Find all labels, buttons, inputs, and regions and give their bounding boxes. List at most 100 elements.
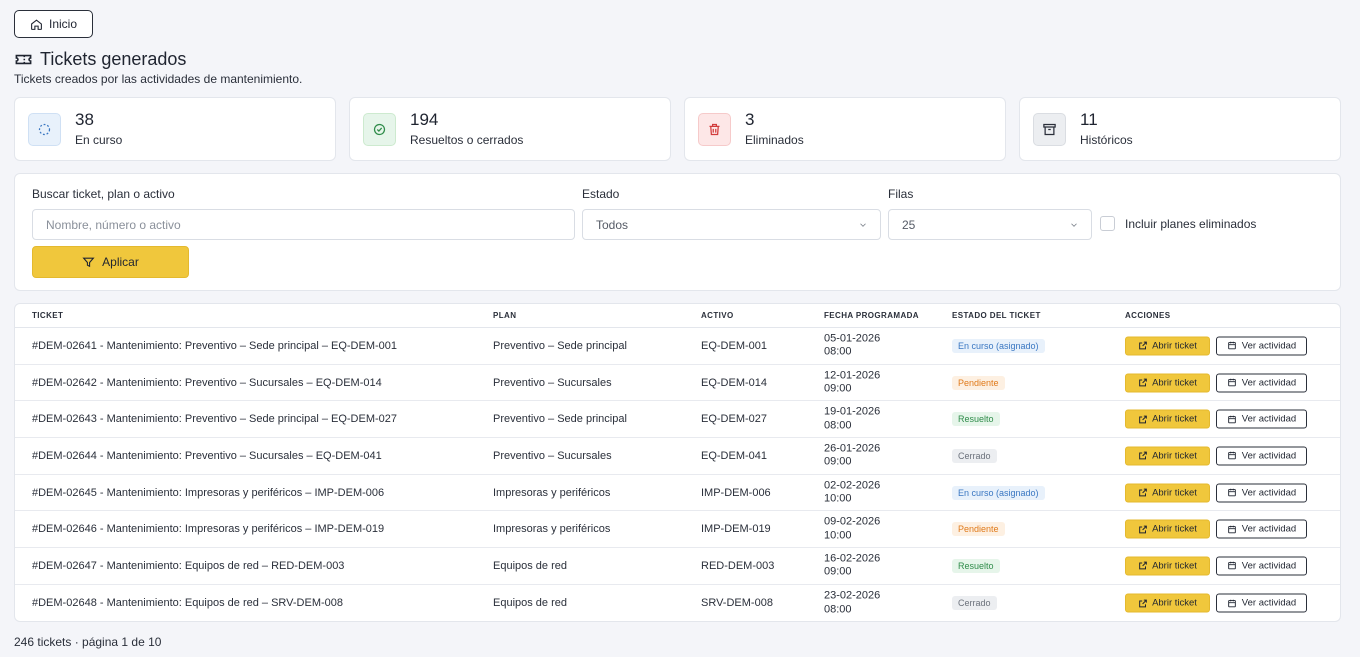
external-link-icon	[1139, 488, 1147, 497]
view-activity-button[interactable]: Ver actividad	[1216, 593, 1307, 613]
scheduled-date: 02-02-2026	[824, 479, 881, 492]
table-row: #DEM-02642 - Mantenimiento: Preventivo –…	[15, 365, 1340, 402]
open-ticket-label: Abrir ticket	[1152, 413, 1197, 425]
home-icon	[31, 18, 42, 30]
view-activity-button[interactable]: Ver actividad	[1216, 556, 1307, 576]
view-activity-button[interactable]: Ver actividad	[1216, 483, 1307, 503]
column-header: TICKET	[32, 311, 64, 320]
open-ticket-label: Abrir ticket	[1152, 560, 1197, 572]
table-header: TICKET PLAN ACTIVO FECHA PROGRAMADA ESTA…	[15, 304, 1340, 328]
external-link-icon	[1139, 415, 1147, 424]
status-badge: Resuelto	[952, 412, 1000, 427]
include-deleted-toggle[interactable]: Incluir planes eliminados	[1100, 216, 1256, 231]
stat-card-resueltos: 194 Resueltos o cerrados	[349, 97, 671, 161]
home-label: Inicio	[48, 17, 77, 31]
plan-cell: Impresoras y periféricos	[493, 523, 611, 536]
open-ticket-label: Abrir ticket	[1152, 450, 1197, 462]
scheduled-date: 12-01-2026	[824, 369, 881, 382]
open-ticket-button[interactable]: Abrir ticket	[1125, 556, 1210, 576]
column-header: ACTIVO	[701, 311, 734, 320]
home-button[interactable]: Inicio	[14, 10, 93, 38]
view-activity-button[interactable]: Ver actividad	[1216, 519, 1307, 539]
status-badge: En curso (asignado)	[952, 485, 1045, 500]
external-link-icon	[1139, 452, 1147, 460]
column-header: ACCIONES	[1125, 311, 1171, 320]
open-ticket-button[interactable]: Abrir ticket	[1125, 373, 1210, 393]
view-activity-button[interactable]: Ver actividad	[1216, 409, 1307, 429]
calendar-icon	[1228, 452, 1236, 460]
apply-button[interactable]: Aplicar	[32, 246, 189, 278]
asset-cell: EQ-DEM-027	[701, 413, 768, 426]
table-row: #DEM-02641 - Mantenimiento: Preventivo –…	[15, 328, 1340, 365]
scheduled-time: 09:00	[824, 382, 852, 395]
rows-select-value: 25	[902, 217, 916, 232]
external-link-icon	[1139, 525, 1147, 534]
tickets-table: TICKET PLAN ACTIVO FECHA PROGRAMADA ESTA…	[14, 303, 1341, 622]
open-ticket-label: Abrir ticket	[1152, 377, 1197, 389]
rows-select[interactable]: 25	[888, 209, 1092, 240]
open-ticket-button[interactable]: Abrir ticket	[1125, 593, 1210, 613]
view-activity-button[interactable]: Ver actividad	[1216, 336, 1307, 356]
stat-card-historicos: 11 Históricos	[1019, 97, 1341, 161]
date-cell: 09-02-2026 10:00	[824, 516, 880, 543]
view-activity-button[interactable]: Ver actividad	[1216, 446, 1307, 466]
column-header: ESTADO DEL TICKET	[952, 311, 1041, 320]
asset-cell: EQ-DEM-041	[701, 449, 768, 462]
open-ticket-button[interactable]: Abrir ticket	[1125, 336, 1210, 356]
scheduled-date: 16-02-2026	[824, 552, 881, 565]
include-deleted-label: Incluir planes eliminados	[1125, 216, 1257, 231]
chevron-down-icon	[1071, 223, 1077, 227]
table-row: #DEM-02648 - Mantenimiento: Equipos de r…	[15, 585, 1340, 621]
scheduled-date: 23-02-2026	[824, 589, 881, 602]
open-ticket-button[interactable]: Abrir ticket	[1125, 409, 1210, 429]
scheduled-date: 19-01-2026	[824, 405, 881, 418]
scheduled-time: 08:00	[824, 345, 852, 358]
view-activity-button[interactable]: Ver actividad	[1216, 373, 1307, 393]
asset-cell: RED-DEM-003	[701, 559, 775, 572]
open-ticket-button[interactable]: Abrir ticket	[1125, 519, 1210, 539]
scheduled-date: 05-01-2026	[824, 332, 881, 345]
ticket-cell: #DEM-02647 - Mantenimiento: Equipos de r…	[32, 559, 345, 572]
archive-icon	[1033, 112, 1066, 146]
calendar-icon	[1228, 342, 1236, 350]
view-activity-label: Ver actividad	[1241, 523, 1297, 535]
column-header: PLAN	[493, 311, 517, 320]
calendar-icon	[1228, 415, 1236, 424]
external-link-icon	[1139, 599, 1147, 607]
scheduled-date: 26-01-2026	[824, 442, 881, 455]
apply-label: Aplicar	[102, 255, 139, 269]
scheduled-time: 08:00	[824, 419, 852, 432]
filters-panel: Buscar ticket, plan o activo Nombre, núm…	[14, 173, 1341, 291]
plan-cell: Equipos de red	[493, 559, 567, 572]
ticket-cell: #DEM-02641 - Mantenimiento: Preventivo –…	[32, 339, 398, 352]
ticket-cell: #DEM-02642 - Mantenimiento: Preventivo –…	[32, 376, 382, 389]
asset-cell: IMP-DEM-019	[701, 523, 771, 536]
plan-cell: Preventivo – Sede principal	[493, 339, 627, 352]
date-cell: 23-02-2026 08:00	[824, 590, 880, 617]
stat-label: Históricos	[1080, 132, 1133, 147]
pagination-info: 246 tickets · página 1 de 10	[14, 635, 162, 649]
include-deleted-checkbox[interactable]	[1100, 216, 1115, 231]
page-title: Tickets generados	[14, 49, 186, 70]
table-body: #DEM-02641 - Mantenimiento: Preventivo –…	[15, 328, 1340, 621]
plan-cell: Equipos de red	[493, 597, 567, 610]
status-label: Estado	[582, 187, 620, 201]
calendar-icon	[1228, 378, 1236, 387]
status-select[interactable]: Todos	[582, 209, 881, 240]
stat-value: 11	[1080, 110, 1098, 130]
stat-value: 38	[75, 110, 94, 130]
view-activity-label: Ver actividad	[1241, 340, 1297, 352]
date-cell: 26-01-2026 09:00	[824, 442, 880, 469]
table-row: #DEM-02645 - Mantenimiento: Impresoras y…	[15, 475, 1340, 512]
view-activity-label: Ver actividad	[1241, 413, 1297, 425]
scheduled-time: 08:00	[824, 603, 852, 616]
open-ticket-button[interactable]: Abrir ticket	[1125, 446, 1210, 466]
status-badge: Pendiente	[952, 375, 1005, 390]
open-ticket-button[interactable]: Abrir ticket	[1125, 483, 1210, 503]
date-cell: 02-02-2026 10:00	[824, 479, 880, 506]
check-circle-icon	[363, 112, 396, 146]
view-activity-label: Ver actividad	[1241, 597, 1297, 609]
search-input[interactable]: Nombre, número o activo	[32, 209, 575, 240]
spinner-icon	[28, 112, 61, 146]
date-cell: 16-02-2026 09:00	[824, 552, 880, 579]
